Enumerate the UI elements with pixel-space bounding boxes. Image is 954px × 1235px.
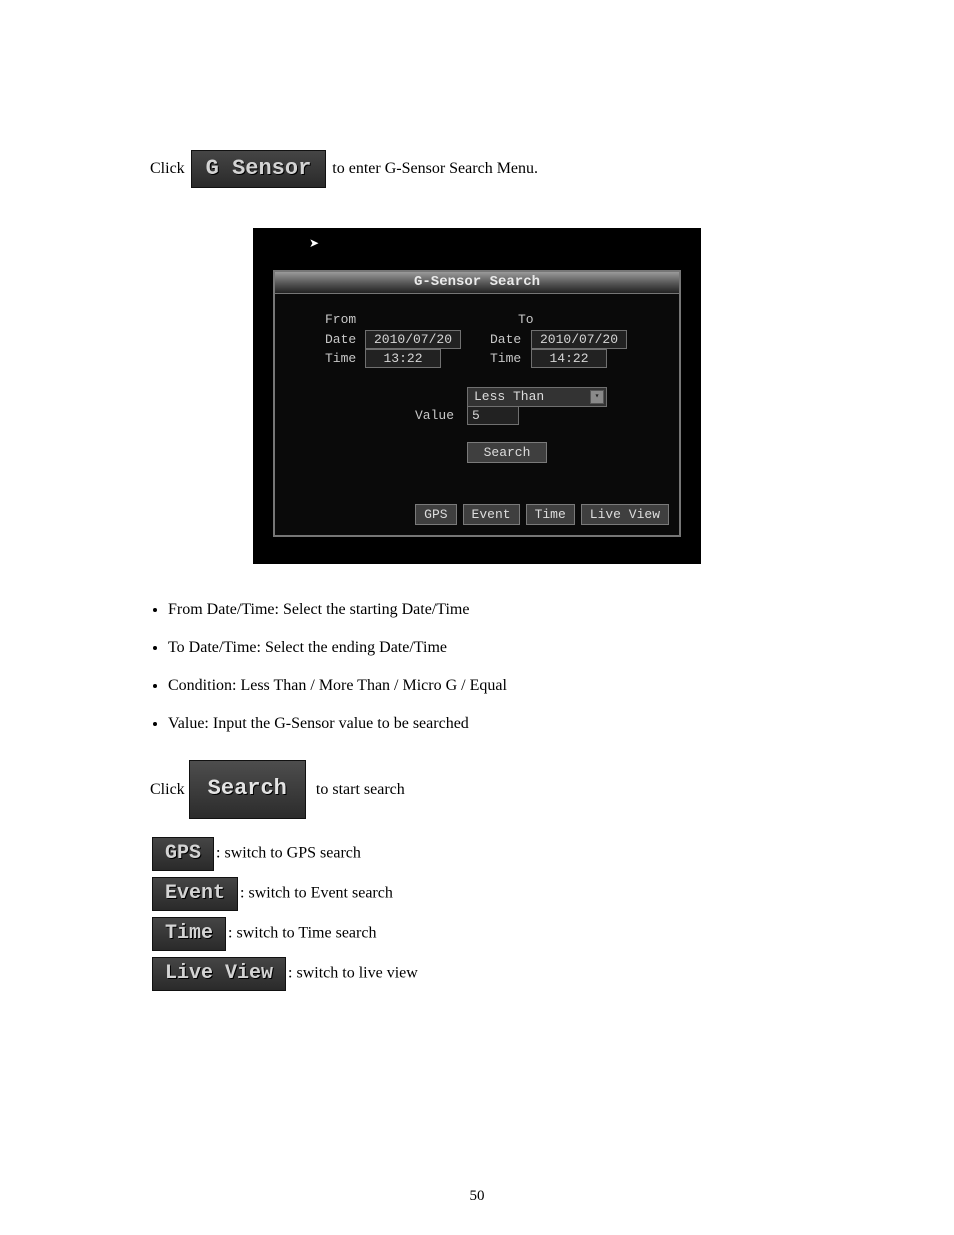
tag-live-after: : switch to live view (288, 964, 418, 981)
to-date-label: Date (490, 332, 521, 347)
intro-line: Click G Sensor to enter G-Sensor Search … (150, 150, 804, 188)
event-button[interactable]: Event (463, 504, 520, 525)
gps-button[interactable]: GPS (415, 504, 456, 525)
intro-before: Click (150, 160, 185, 177)
bottom-button-bar: GPS Event Time Live View (415, 504, 669, 525)
tag-gps: GPS (152, 837, 214, 871)
search-button[interactable]: Search (467, 442, 547, 463)
from-time-label: Time (325, 351, 356, 366)
footer-row: GPS: switch to GPS search (150, 837, 804, 871)
time-button[interactable]: Time (526, 504, 575, 525)
g-sensor-search-panel: G-Sensor Search From To Date 2010/07/20 … (273, 270, 681, 537)
from-header-label: From (325, 312, 356, 327)
tag-time: Time (152, 917, 226, 951)
panel-title: G-Sensor Search (275, 272, 679, 294)
condition-select[interactable]: Less Than ▾ (467, 387, 607, 407)
chevron-down-icon: ▾ (590, 390, 604, 404)
description-list: From Date/Time: Select the starting Date… (150, 594, 804, 740)
tag-search: Search (189, 760, 306, 818)
tag-event-after: : switch to Event search (240, 884, 393, 901)
g-sensor-search-screenshot: ➤ G-Sensor Search From To Date 2010/07/2… (253, 228, 701, 564)
value-input[interactable]: 5 (467, 406, 519, 425)
from-time-input[interactable]: 13:22 (365, 349, 441, 368)
list-item: Condition: Less Than / More Than / Micro… (168, 670, 804, 702)
to-header-label: To (518, 312, 534, 327)
value-label: Value (415, 408, 454, 423)
footer-row: Time: switch to Time search (150, 917, 804, 951)
to-date-input[interactable]: 2010/07/20 (531, 330, 627, 349)
search-line: Click Search to start search (150, 760, 804, 818)
tag-g-sensor: G Sensor (191, 150, 327, 188)
tag-event: Event (152, 877, 238, 911)
liveview-button[interactable]: Live View (581, 504, 669, 525)
tag-time-after: : switch to Time search (228, 924, 376, 941)
search-line-after: to start search (316, 781, 405, 798)
from-date-input[interactable]: 2010/07/20 (365, 330, 461, 349)
to-time-label: Time (490, 351, 521, 366)
search-line-before: Click (150, 781, 185, 798)
condition-select-value: Less Than (474, 389, 544, 404)
intro-after: to enter G-Sensor Search Menu. (332, 160, 538, 177)
tag-live-view: Live View (152, 957, 286, 991)
footer-tag-list: GPS: switch to GPS search Event: switch … (150, 837, 804, 991)
list-item: From Date/Time: Select the starting Date… (168, 594, 804, 626)
footer-row: Event: switch to Event search (150, 877, 804, 911)
list-item: To Date/Time: Select the ending Date/Tim… (168, 632, 804, 664)
cursor-icon: ➤ (309, 236, 319, 251)
tag-gps-after: : switch to GPS search (216, 844, 361, 861)
to-time-input[interactable]: 14:22 (531, 349, 607, 368)
panel-body: From To Date 2010/07/20 Date 2010/07/20 … (275, 296, 679, 535)
footer-row: Live View: switch to live view (150, 957, 804, 991)
screenshot-container: ➤ G-Sensor Search From To Date 2010/07/2… (150, 228, 804, 564)
list-item: Value: Input the G-Sensor value to be se… (168, 708, 804, 740)
page-number: 50 (0, 1188, 954, 1205)
document-page: Click G Sensor to enter G-Sensor Search … (0, 0, 954, 1037)
from-date-label: Date (325, 332, 356, 347)
